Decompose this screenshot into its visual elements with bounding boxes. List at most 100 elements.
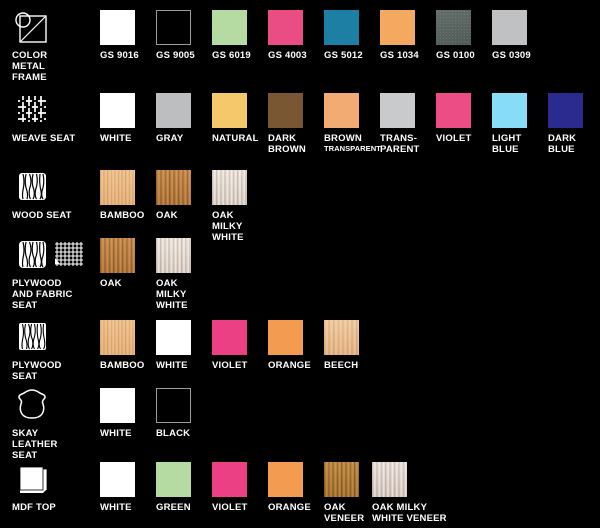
swatch-cell[interactable]: VIOLET bbox=[436, 93, 492, 144]
category-label: PLYWOOD SEAT bbox=[12, 360, 62, 382]
swatch-cell[interactable]: BAMBOO bbox=[100, 320, 156, 371]
swatch-cell[interactable]: GS 5012 bbox=[324, 10, 380, 61]
swatch-cell[interactable]: DARK BROWN bbox=[268, 93, 324, 155]
swatch-color[interactable] bbox=[212, 320, 247, 355]
swatch-cell[interactable]: VIOLET bbox=[212, 462, 268, 513]
swatch-color[interactable] bbox=[436, 93, 471, 128]
swatch-cell[interactable]: OAK bbox=[156, 170, 212, 221]
swatch-cell[interactable]: OAK MILKY WHITE bbox=[212, 170, 268, 243]
swatch-cell[interactable]: GS 9005 bbox=[156, 10, 212, 61]
category-mdf-top[interactable]: MDF TOP bbox=[12, 462, 86, 513]
swatch-color[interactable] bbox=[212, 10, 247, 45]
swatch-cell[interactable]: LIGHT BLUE bbox=[492, 93, 548, 155]
swatch-label: GS 9005 bbox=[156, 50, 195, 61]
swatch-color[interactable] bbox=[100, 170, 135, 205]
swatch-label: GS 0309 bbox=[492, 50, 531, 61]
swatch-cell[interactable]: BROWN TRANSPARENT bbox=[324, 93, 381, 153]
swatch-color[interactable] bbox=[156, 320, 191, 355]
category-label: PLYWOOD AND FABRIC SEAT bbox=[12, 278, 73, 311]
swatch-label: ORANGE bbox=[268, 360, 311, 371]
swatch-label: BLACK bbox=[156, 428, 191, 439]
swatch-label: OAK bbox=[156, 210, 178, 221]
mdf-top-icon bbox=[12, 462, 52, 498]
swatch-label: WHITE bbox=[156, 360, 188, 371]
category-label: WOOD SEAT bbox=[12, 210, 72, 221]
swatch-color[interactable] bbox=[100, 388, 135, 423]
swatch-color[interactable] bbox=[324, 462, 359, 497]
swatch-cell[interactable]: OAK bbox=[100, 238, 156, 289]
swatch-label: GS 9016 bbox=[100, 50, 139, 61]
swatch-color[interactable] bbox=[100, 10, 135, 45]
swatch-cell[interactable]: GS 4003 bbox=[268, 10, 324, 61]
swatch-color[interactable] bbox=[212, 93, 247, 128]
swatch-cell[interactable]: DARK BLUE bbox=[548, 93, 600, 155]
swatch-label: OAK MILKY WHITE bbox=[212, 210, 244, 243]
swatch-label: GS 5012 bbox=[324, 50, 363, 61]
swatch-color[interactable] bbox=[436, 10, 471, 45]
swatch-color[interactable] bbox=[100, 238, 135, 273]
swatch-color[interactable] bbox=[268, 320, 303, 355]
swatch-sublabel: TRANSPARENT bbox=[324, 144, 381, 153]
swatch-color[interactable] bbox=[100, 320, 135, 355]
swatch-color[interactable] bbox=[380, 93, 415, 128]
swatch-cell[interactable]: GRAY bbox=[156, 93, 212, 144]
swatch-color[interactable] bbox=[212, 462, 247, 497]
swatch-color[interactable] bbox=[548, 93, 583, 128]
swatch-color[interactable] bbox=[212, 170, 247, 205]
swatch-color[interactable] bbox=[324, 93, 359, 128]
category-wood-seat[interactable]: WOOD SEAT bbox=[12, 170, 86, 221]
swatch-color[interactable] bbox=[324, 10, 359, 45]
category-weave-seat[interactable]: WEAVE SEAT bbox=[12, 93, 86, 144]
swatch-color[interactable] bbox=[156, 93, 191, 128]
category-skay-leather-seat[interactable]: SKAY LEATHER SEAT bbox=[12, 388, 86, 461]
swatch-label: GREEN bbox=[156, 502, 191, 513]
swatch-cell[interactable]: OAK MILKY WHITE VENEER bbox=[372, 462, 462, 524]
weave-seat-icon bbox=[12, 93, 52, 129]
swatch-color[interactable] bbox=[156, 238, 191, 273]
swatch-color[interactable] bbox=[156, 462, 191, 497]
category-plywood-and-fabric-seat[interactable]: PLYWOOD AND FABRIC SEAT bbox=[12, 238, 86, 311]
swatch-label: TRANS- PARENT bbox=[380, 133, 420, 155]
swatch-cell[interactable]: NATURAL bbox=[212, 93, 268, 144]
category-label: WEAVE SEAT bbox=[12, 133, 76, 144]
swatch-color[interactable] bbox=[156, 170, 191, 205]
swatch-cell[interactable]: GS 9016 bbox=[100, 10, 156, 61]
swatch-color[interactable] bbox=[268, 93, 303, 128]
swatch-color[interactable] bbox=[100, 93, 135, 128]
swatch-cell[interactable]: GS 0100 bbox=[436, 10, 492, 61]
swatch-color[interactable] bbox=[380, 10, 415, 45]
swatch-cell[interactable]: ORANGE bbox=[268, 320, 324, 371]
category-label: SKAY LEATHER SEAT bbox=[12, 428, 58, 461]
swatch-color[interactable] bbox=[492, 93, 527, 128]
swatch-cell[interactable]: TRANS- PARENT bbox=[380, 93, 436, 155]
swatch-cell[interactable]: WHITE bbox=[100, 388, 156, 439]
swatch-cell[interactable]: GS 6019 bbox=[212, 10, 268, 61]
swatch-cell[interactable]: BAMBOO bbox=[100, 170, 156, 221]
swatch-color[interactable] bbox=[156, 388, 191, 423]
plywood-seat-icon bbox=[12, 320, 52, 356]
swatch-label: OAK MILKY WHITE VENEER bbox=[372, 502, 447, 524]
swatch-label: LIGHT BLUE bbox=[492, 133, 522, 155]
swatch-color[interactable] bbox=[492, 10, 527, 45]
swatch-cell[interactable]: OAK MILKY WHITE bbox=[156, 238, 212, 311]
category-color-metal-frame[interactable]: COLOR METAL FRAME bbox=[12, 10, 86, 83]
swatch-cell[interactable]: WHITE bbox=[100, 462, 156, 513]
swatch-color[interactable] bbox=[324, 320, 359, 355]
swatch-cell[interactable]: BLACK bbox=[156, 388, 212, 439]
swatch-color[interactable] bbox=[268, 10, 303, 45]
swatch-color[interactable] bbox=[372, 462, 407, 497]
swatch-cell[interactable]: GS 1034 bbox=[380, 10, 436, 61]
swatch-cell[interactable]: GS 0309 bbox=[492, 10, 548, 61]
swatch-cell[interactable]: BEECH bbox=[324, 320, 380, 371]
swatch-cell[interactable]: VIOLET bbox=[212, 320, 268, 371]
swatch-color[interactable] bbox=[156, 10, 191, 45]
category-plywood-seat[interactable]: PLYWOOD SEAT bbox=[12, 320, 86, 382]
swatch-cell[interactable]: WHITE bbox=[156, 320, 212, 371]
swatch-cell[interactable]: WHITE bbox=[100, 93, 156, 144]
swatch-label: WHITE bbox=[100, 133, 132, 144]
swatch-cell[interactable]: ORANGE bbox=[268, 462, 324, 513]
swatch-label: BEECH bbox=[324, 360, 359, 371]
swatch-cell[interactable]: GREEN bbox=[156, 462, 212, 513]
swatch-color[interactable] bbox=[268, 462, 303, 497]
swatch-color[interactable] bbox=[100, 462, 135, 497]
